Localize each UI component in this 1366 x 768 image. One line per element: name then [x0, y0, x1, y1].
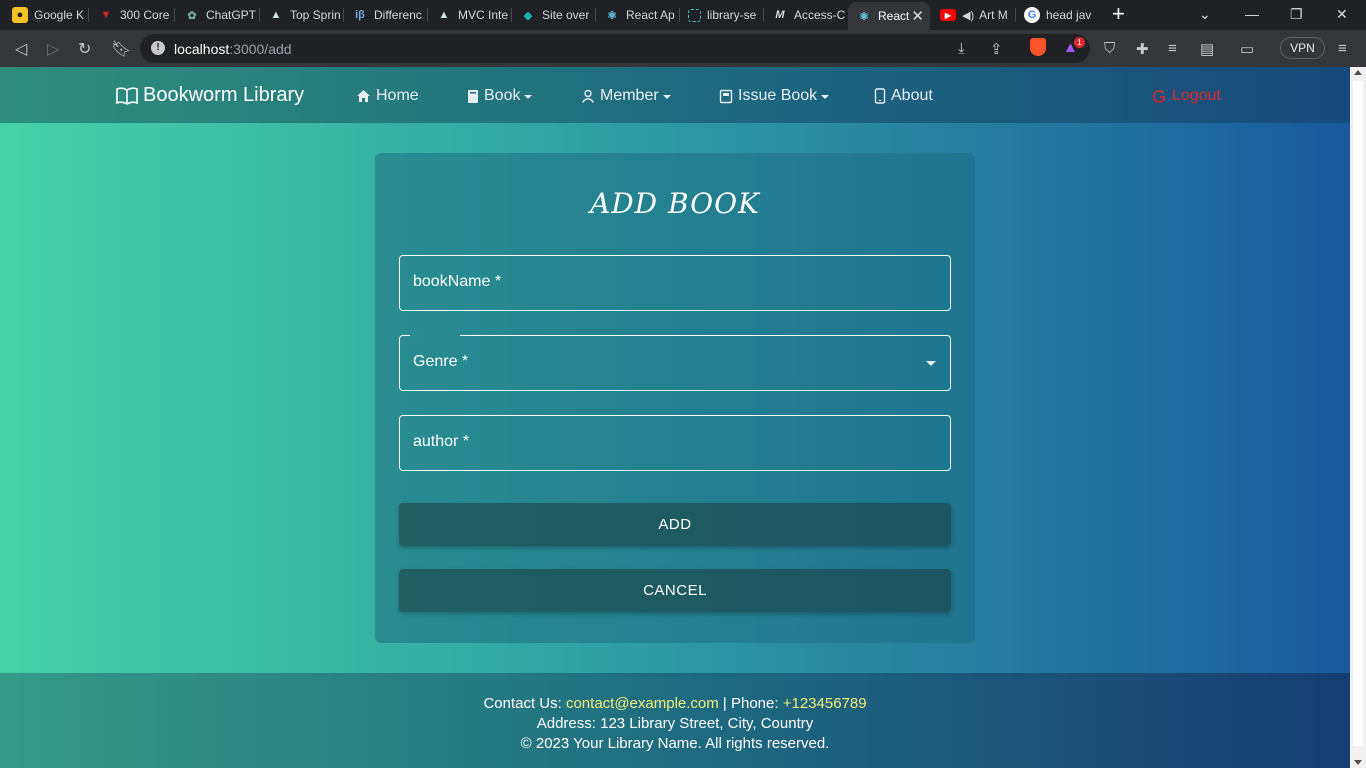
browser-tab[interactable]: ▲ MVC Inte	[428, 3, 510, 27]
audio-playing-icon: ◀)	[962, 9, 975, 22]
youtube-icon: ▶	[940, 9, 956, 21]
page-scrollbar[interactable]	[1350, 67, 1366, 768]
nav-home[interactable]: Home	[356, 87, 419, 105]
nav-book-dropdown[interactable]: Book	[467, 87, 533, 105]
browser-tab[interactable]: ▲ Top Sprin	[260, 3, 342, 27]
dropdown-arrow-icon	[926, 361, 936, 366]
restore-button[interactable]: ❐	[1290, 6, 1303, 23]
diamond-icon: ◆	[523, 9, 533, 22]
shield-icon[interactable]: ⛉	[1104, 40, 1115, 57]
footer-address: Address: 123 Library Street, City, Count…	[536, 715, 814, 732]
share-icon[interactable]: ⇪	[990, 40, 1003, 58]
reload-icon[interactable]: ↻	[78, 39, 91, 59]
footer-email-link[interactable]: contact@example.com	[566, 695, 719, 712]
add-button[interactable]: ADD	[399, 503, 951, 546]
nav-issue-book-dropdown[interactable]: Issue Book	[719, 87, 830, 105]
tab-search-icon[interactable]: ⌄	[1199, 6, 1211, 23]
browser-tab[interactable]: library-se	[680, 3, 762, 27]
react-icon: ⚛	[859, 10, 869, 23]
new-tab-button[interactable]: +	[1112, 3, 1125, 25]
add-book-card: ADD BOOK bookName * Genre * author * ADD…	[375, 153, 975, 643]
code-icon	[688, 8, 701, 22]
browser-tab[interactable]: ▼ 300 Core	[90, 3, 172, 27]
book-name-field[interactable]: bookName *	[399, 255, 951, 311]
mountain-icon: ▲	[270, 9, 282, 21]
browser-tab-active[interactable]: ⚛ React ✕	[848, 2, 930, 30]
browser-tab-strip: ● Google K ▼ 300 Core ✿ ChatGPT ▲ Top Sp…	[0, 0, 1366, 30]
caret-down-icon	[524, 95, 533, 99]
vpn-button[interactable]: VPN	[1280, 37, 1325, 59]
book-icon	[468, 89, 478, 103]
author-field[interactable]: author *	[399, 415, 951, 471]
open-book-icon	[116, 86, 138, 105]
address-bar[interactable]: ! localhost:3000/add ⤓ ⇪	[140, 34, 1090, 63]
close-tab-icon[interactable]: ✕	[911, 7, 924, 25]
logout-link[interactable]: Logout	[1152, 87, 1221, 105]
browser-tab[interactable]: M Access-C	[764, 3, 846, 27]
notification-badge: 1	[1074, 37, 1085, 48]
bookmark-icon[interactable]: 🔖︎	[111, 39, 131, 59]
back-icon[interactable]: ◁	[15, 39, 27, 59]
v-brand-icon: ▼	[100, 9, 112, 21]
browser-tab[interactable]: ▶ ◀) Art M	[932, 3, 1014, 27]
nav-member-dropdown[interactable]: Member	[581, 87, 671, 105]
scrollbar-thumb[interactable]	[1353, 81, 1363, 746]
url-text: localhost:3000/add	[174, 41, 292, 57]
footer-contact-line: Contact Us: contact@example.com | Phone:…	[483, 695, 867, 712]
browser-tab[interactable]: iβ Differenc	[344, 3, 426, 27]
browser-tab[interactable]: ● Google K	[4, 3, 86, 27]
browser-tab[interactable]: ◆ Site over	[512, 3, 594, 27]
ib-icon: iβ	[355, 9, 365, 21]
genre-label: Genre *	[413, 353, 469, 370]
scroll-down-icon[interactable]	[1354, 760, 1362, 765]
browser-tab[interactable]: ⚛ React Ap	[596, 3, 678, 27]
phone-icon	[874, 88, 886, 104]
caret-down-icon	[662, 95, 671, 99]
forward-icon[interactable]: ▷	[47, 39, 59, 59]
browser-tab[interactable]: ✿ ChatGPT	[176, 3, 258, 27]
extensions-icon[interactable]: ✚	[1136, 40, 1149, 58]
wallet-icon[interactable]: ▭	[1240, 40, 1254, 58]
brave-shield-icon[interactable]	[1030, 38, 1046, 56]
install-icon[interactable]: ⤓	[958, 40, 965, 57]
browser-toolbar: ◁ ▷ ↻ 🔖︎ ! localhost:3000/add ⤓ ⇪ ▲ 1 ⛉ …	[0, 30, 1366, 67]
book-name-label: bookName *	[413, 273, 502, 290]
author-label: author *	[413, 433, 470, 450]
google-icon: G	[1024, 7, 1040, 23]
chatgpt-icon: ✿	[187, 9, 197, 22]
app-navbar: Bookworm Library Home Book Member Issue …	[0, 67, 1350, 123]
logout-icon	[1152, 89, 1166, 103]
sidebar-icon[interactable]: ▤	[1200, 40, 1214, 58]
site-info-icon[interactable]: !	[151, 41, 165, 55]
mountain-icon: ▲	[438, 9, 450, 21]
browser-tab[interactable]: G head jav	[1016, 3, 1098, 27]
close-window-button[interactable]: ✕	[1336, 6, 1348, 23]
google-keep-icon: ●	[12, 7, 28, 23]
footer-phone-link[interactable]: +123456789	[783, 695, 867, 712]
playlist-icon[interactable]: ≡	[1168, 40, 1177, 57]
page-footer: Contact Us: contact@example.com | Phone:…	[0, 673, 1350, 768]
footer-copyright: © 2023 Your Library Name. All rights res…	[520, 735, 830, 752]
m-icon: M	[775, 9, 785, 21]
home-icon	[357, 90, 370, 102]
user-icon	[581, 89, 595, 103]
label-notch	[410, 335, 460, 337]
genre-select[interactable]: Genre *	[399, 335, 951, 391]
form-title: ADD BOOK	[590, 187, 760, 220]
scroll-up-icon[interactable]	[1354, 70, 1362, 75]
caret-down-icon	[821, 95, 830, 99]
journal-icon	[719, 89, 733, 103]
page-viewport: Bookworm Library Home Book Member Issue …	[0, 67, 1350, 768]
nav-about[interactable]: About	[874, 87, 933, 105]
menu-icon[interactable]: ≡	[1338, 40, 1347, 57]
cancel-button[interactable]: CANCEL	[399, 569, 951, 612]
brand-link[interactable]: Bookworm Library	[116, 84, 304, 107]
react-icon: ⚛	[607, 9, 617, 22]
minimize-button[interactable]: —	[1245, 6, 1259, 22]
